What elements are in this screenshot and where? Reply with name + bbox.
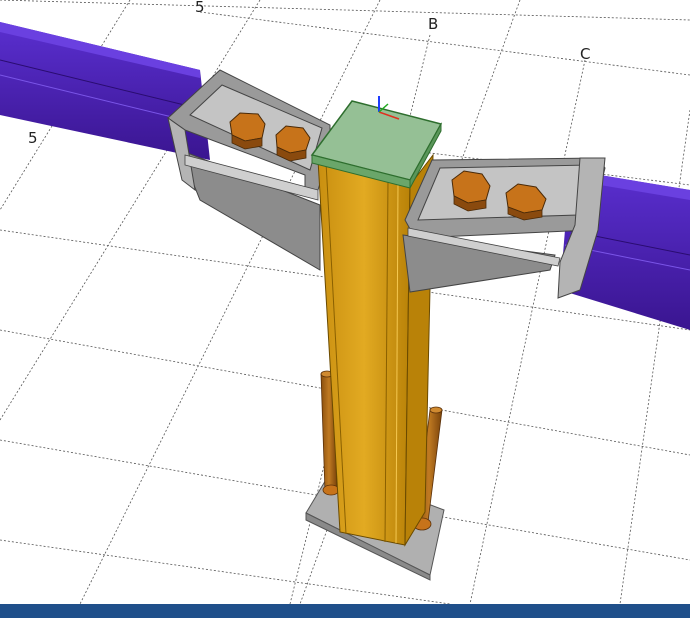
grid-label-col-b: B bbox=[428, 15, 438, 33]
model-scene[interactable]: 5 B C 5 bbox=[0, 0, 690, 604]
bolt[interactable] bbox=[451, 170, 491, 212]
grid-label-col-c: C bbox=[580, 45, 590, 63]
left-connection-bracket[interactable] bbox=[167, 69, 331, 271]
grid-label-row-5: 5 bbox=[195, 0, 205, 16]
status-bar bbox=[0, 604, 690, 618]
grid-label-row-5-left: 5 bbox=[28, 129, 38, 147]
bolt[interactable] bbox=[275, 125, 311, 162]
right-connection-bracket[interactable] bbox=[402, 157, 606, 299]
bolt[interactable] bbox=[229, 112, 266, 150]
3d-viewport[interactable]: 5 B C 5 bbox=[0, 0, 690, 604]
